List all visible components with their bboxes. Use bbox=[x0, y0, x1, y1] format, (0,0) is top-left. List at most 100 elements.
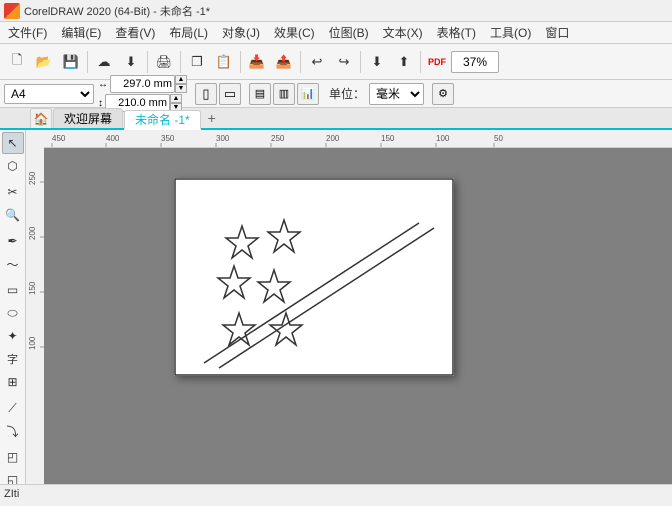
main-layout: ↖⬡✂🔍✒〜▭⬭✦字⊞⟋⤵◰◱⊙⬛⊘ 450 400 350 300 250 2… bbox=[0, 130, 672, 484]
app-logo bbox=[4, 3, 20, 19]
home-tab[interactable]: 🏠 bbox=[30, 108, 52, 128]
menu-item-表格(T)[interactable]: 表格(T) bbox=[431, 22, 482, 43]
width-up[interactable]: ▲ bbox=[175, 75, 187, 84]
canvas-area: 450 400 350 300 250 200 150 100 50 bbox=[26, 130, 672, 484]
page-dimensions: ↔ ▲ ▼ ↕ ▲ ▼ bbox=[98, 75, 187, 112]
crop-tool[interactable]: ✂ bbox=[2, 181, 24, 203]
menu-item-编辑(E)[interactable]: 编辑(E) bbox=[55, 22, 107, 43]
svg-text:200: 200 bbox=[28, 226, 37, 240]
ruler-left: 250 200 150 100 bbox=[26, 130, 44, 484]
import-btn[interactable]: 📥 bbox=[244, 49, 270, 75]
new-btn[interactable]: 🗋 bbox=[4, 49, 30, 75]
toolbar-separator bbox=[87, 51, 88, 73]
document-tab[interactable]: 未命名 -1* bbox=[124, 110, 201, 130]
toolbar-separator bbox=[420, 51, 421, 73]
menu-item-效果(C)[interactable]: 效果(C) bbox=[268, 22, 321, 43]
download-btn[interactable]: ⬇ bbox=[118, 49, 144, 75]
unit-label: 单位： bbox=[329, 85, 365, 102]
toolbox: ↖⬡✂🔍✒〜▭⬭✦字⊞⟋⤵◰◱⊙⬛⊘ bbox=[0, 130, 26, 484]
height-up[interactable]: ▲ bbox=[170, 94, 182, 103]
canvas-content bbox=[44, 148, 672, 484]
menu-item-位图(B)[interactable]: 位图(B) bbox=[323, 22, 375, 43]
pdf-btn[interactable]: PDF bbox=[424, 49, 450, 75]
page-size-select[interactable]: A4A3A5Letter bbox=[4, 84, 94, 104]
svg-text:150: 150 bbox=[28, 281, 37, 295]
document-page bbox=[174, 178, 454, 376]
node-tool[interactable]: ⬡ bbox=[2, 155, 24, 177]
toolbar-separator bbox=[360, 51, 361, 73]
svg-text:100: 100 bbox=[436, 134, 450, 143]
export-btn[interactable]: 📤 bbox=[271, 49, 297, 75]
property-bar: A4A3A5Letter ↔ ▲ ▼ ↕ ▲ ▼ ▯ ▭ bbox=[0, 80, 672, 108]
menu-item-对象(J)[interactable]: 对象(J) bbox=[216, 22, 266, 43]
undo-btn[interactable]: ↩ bbox=[304, 49, 330, 75]
page-orientation: ▯ ▭ bbox=[195, 83, 241, 105]
unit-select[interactable]: 毫米厘米像素英寸 bbox=[369, 83, 424, 105]
svg-text:200: 200 bbox=[326, 134, 340, 143]
single-page-btn[interactable]: ▤ bbox=[249, 83, 271, 105]
svg-text:50: 50 bbox=[494, 134, 503, 143]
welcome-tab[interactable]: 欢迎屏幕 bbox=[53, 108, 123, 128]
ellipse-tool[interactable]: ⬭ bbox=[2, 302, 24, 324]
move-down-btn[interactable]: ⬇ bbox=[364, 49, 390, 75]
select-tool[interactable]: ↖ bbox=[2, 132, 24, 154]
toolbar-separator bbox=[300, 51, 301, 73]
title-bar: CorelDRAW 2020 (64-Bit) - 未命名 -1* bbox=[0, 0, 672, 22]
menu-item-文件(F)[interactable]: 文件(F) bbox=[2, 22, 53, 43]
zoom-tool[interactable]: 🔍 bbox=[2, 204, 24, 226]
connector-tool[interactable]: ⤵ bbox=[2, 420, 24, 442]
menu-item-布局(L)[interactable]: 布局(L) bbox=[163, 22, 214, 43]
svg-text:450: 450 bbox=[52, 134, 66, 143]
smart-draw-tool[interactable]: 〜 bbox=[2, 253, 24, 275]
transparency-tool[interactable]: ◱ bbox=[2, 469, 24, 484]
menu-item-查看(V)[interactable]: 查看(V) bbox=[109, 22, 161, 43]
flag-drawing bbox=[174, 178, 454, 376]
toolbar-separator bbox=[180, 51, 181, 73]
menu-item-文本(X)[interactable]: 文本(X) bbox=[377, 22, 429, 43]
polygon-tool[interactable]: ✦ bbox=[2, 325, 24, 347]
save-btn[interactable]: 💾 bbox=[58, 49, 84, 75]
shadow-tool[interactable]: ◰ bbox=[2, 446, 24, 468]
copy-btn[interactable]: ❐ bbox=[184, 49, 210, 75]
ruler-top: 450 400 350 300 250 200 150 100 50 bbox=[44, 130, 672, 148]
ruler-left-svg: 250 200 150 100 bbox=[26, 130, 44, 484]
chart-btn[interactable]: 📊 bbox=[297, 83, 319, 105]
paste-btn[interactable]: 📋 bbox=[211, 49, 237, 75]
svg-text:100: 100 bbox=[28, 336, 37, 350]
facing-pages-btn[interactable]: ▥ bbox=[273, 83, 295, 105]
title-text: CorelDRAW 2020 (64-Bit) - 未命名 -1* bbox=[24, 3, 210, 19]
move-up-btn[interactable]: ⬆ bbox=[391, 49, 417, 75]
open-btn[interactable]: 📂 bbox=[31, 49, 57, 75]
cloud-btn[interactable]: ☁ bbox=[91, 49, 117, 75]
measure-tool[interactable]: ⟋ bbox=[2, 397, 24, 419]
freehand-tool[interactable]: ✒ bbox=[2, 230, 24, 252]
tabs-bar: 🏠 欢迎屏幕 未命名 -1* + bbox=[0, 108, 672, 130]
svg-text:300: 300 bbox=[216, 134, 230, 143]
landscape-btn[interactable]: ▭ bbox=[219, 83, 241, 105]
ruler-top-svg: 450 400 350 300 250 200 150 100 50 bbox=[44, 130, 672, 147]
portrait-btn[interactable]: ▯ bbox=[195, 83, 217, 105]
menu-bar: 文件(F)编辑(E)查看(V)布局(L)对象(J)效果(C)位图(B)文本(X)… bbox=[0, 22, 672, 44]
page-view-options: ▤ ▥ 📊 bbox=[249, 83, 319, 105]
text-tool[interactable]: 字 bbox=[2, 348, 24, 370]
print-btn[interactable]: 🖨 bbox=[151, 49, 177, 75]
menu-item-工具(O)[interactable]: 工具(O) bbox=[484, 22, 537, 43]
toolbar-separator bbox=[240, 51, 241, 73]
toolbar-separator bbox=[147, 51, 148, 73]
svg-text:400: 400 bbox=[106, 134, 120, 143]
status-text: ZIti bbox=[4, 488, 19, 500]
svg-text:350: 350 bbox=[161, 134, 175, 143]
width-input[interactable] bbox=[110, 75, 175, 93]
redo-btn[interactable]: ↪ bbox=[331, 49, 357, 75]
svg-text:250: 250 bbox=[271, 134, 285, 143]
width-spin[interactable]: ▲ ▼ bbox=[175, 75, 187, 93]
zoom-input[interactable] bbox=[451, 51, 499, 73]
page-setting-btn[interactable]: ⚙ bbox=[432, 83, 454, 105]
rect-tool[interactable]: ▭ bbox=[2, 279, 24, 301]
status-bar: ZIti bbox=[0, 484, 672, 502]
svg-text:250: 250 bbox=[28, 171, 37, 185]
table-tool[interactable]: ⊞ bbox=[2, 371, 24, 393]
add-tab-btn[interactable]: + bbox=[202, 108, 222, 128]
menu-item-窗口[interactable]: 窗口 bbox=[539, 22, 575, 43]
width-down[interactable]: ▼ bbox=[175, 84, 187, 93]
